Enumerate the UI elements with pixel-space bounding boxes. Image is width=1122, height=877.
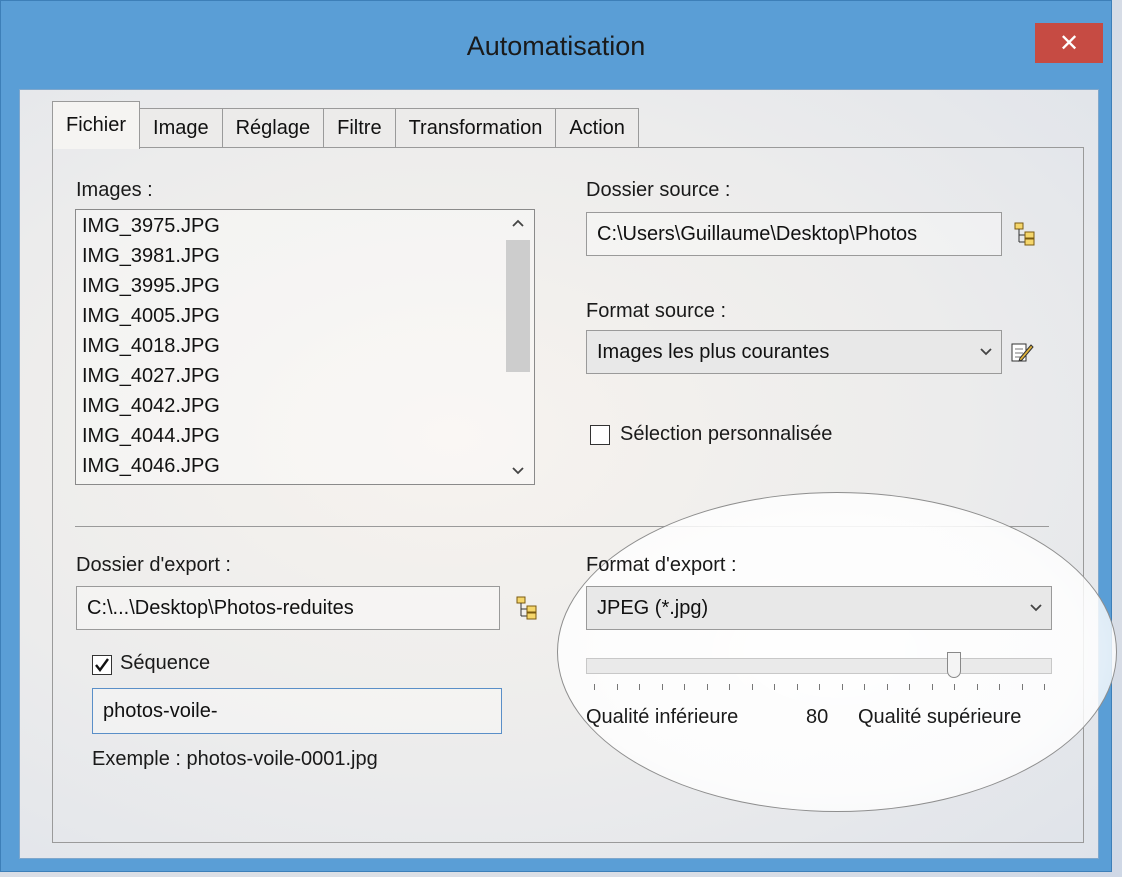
quality-slider[interactable] bbox=[586, 658, 1052, 674]
quality-value: 80 bbox=[806, 706, 829, 728]
list-item[interactable]: IMG_4027.JPG bbox=[82, 362, 220, 391]
export-format-value: JPEG (*.jpg) bbox=[597, 596, 709, 619]
scroll-down-button[interactable] bbox=[502, 458, 534, 484]
sequence-label: Séquence bbox=[120, 652, 211, 674]
list-item[interactable]: IMG_3975.JPG bbox=[82, 212, 220, 241]
window-title: Automatisation bbox=[466, 30, 646, 61]
slider-tick bbox=[1021, 684, 1023, 690]
slider-tick bbox=[751, 684, 753, 690]
dialog-window: Automatisation ✕ Fichier Image Réglage F… bbox=[0, 0, 1117, 872]
slider-tick bbox=[841, 684, 843, 690]
slider-tick bbox=[819, 684, 820, 690]
list-item[interactable]: IMG_4005.JPG bbox=[82, 302, 220, 331]
highlight-ellipse bbox=[557, 492, 1117, 812]
chevron-down-icon bbox=[980, 348, 992, 356]
custom-selection-checkbox[interactable] bbox=[590, 425, 610, 445]
chevron-up-icon bbox=[512, 219, 524, 227]
slider-tick bbox=[864, 684, 865, 690]
slider-tick bbox=[594, 684, 595, 690]
tab-reglage[interactable]: Réglage bbox=[221, 108, 325, 148]
folder-tree-icon[interactable] bbox=[516, 596, 540, 620]
tab-fichier[interactable]: Fichier bbox=[52, 101, 141, 149]
list-item[interactable]: IMG_3995.JPG bbox=[82, 272, 220, 301]
slider-tick bbox=[909, 684, 910, 690]
slider-tick bbox=[774, 684, 775, 690]
slider-tick bbox=[661, 684, 663, 690]
export-format-select[interactable]: JPEG (*.jpg) bbox=[586, 586, 1052, 630]
source-format-select[interactable]: Images les plus courantes bbox=[586, 330, 1002, 374]
slider-tick bbox=[639, 684, 640, 690]
source-format-label: Format source : bbox=[586, 300, 727, 322]
tab-image[interactable]: Image bbox=[139, 108, 223, 148]
scroll-up-button[interactable] bbox=[502, 210, 534, 236]
quality-high-label: Qualité supérieure bbox=[858, 706, 1022, 728]
custom-selection-label: Sélection personnalisée bbox=[620, 423, 833, 445]
slider-tick bbox=[616, 684, 618, 690]
checkmark-icon bbox=[95, 658, 109, 672]
tab-action[interactable]: Action bbox=[555, 108, 639, 148]
slider-tick bbox=[729, 684, 730, 690]
list-item[interactable]: IMG_4018.JPG bbox=[82, 332, 220, 361]
chevron-down-icon bbox=[1030, 604, 1042, 612]
tab-filtre[interactable]: Filtre bbox=[323, 108, 396, 148]
slider-tick bbox=[1044, 684, 1045, 690]
export-format-label: Format d'export : bbox=[586, 554, 737, 576]
slider-tick bbox=[886, 684, 888, 690]
tab-bar: Fichier Image Réglage Filtre Transformat… bbox=[52, 100, 639, 149]
chevron-down-icon bbox=[512, 467, 524, 475]
images-label: Images : bbox=[76, 179, 153, 201]
slider-tick bbox=[684, 684, 685, 690]
source-format-value: Images les plus courantes bbox=[597, 340, 830, 363]
folder-tree-icon[interactable] bbox=[1014, 222, 1038, 246]
list-item[interactable]: IMG_4042.JPG bbox=[82, 392, 220, 421]
source-folder-input[interactable]: C:\Users\Guillaume\Desktop\Photos bbox=[586, 212, 1002, 256]
source-folder-label: Dossier source : bbox=[586, 179, 731, 201]
list-item[interactable]: IMG_4044.JPG bbox=[82, 422, 220, 451]
list-item[interactable]: IMG_4046.JPG bbox=[82, 452, 220, 481]
tab-transformation[interactable]: Transformation bbox=[394, 108, 557, 148]
export-folder-label: Dossier d'export : bbox=[76, 554, 231, 576]
slider-tick bbox=[954, 684, 955, 690]
slider-tick bbox=[999, 684, 1000, 690]
edit-icon[interactable] bbox=[1010, 340, 1034, 364]
list-item[interactable]: IMG_3981.JPG bbox=[82, 242, 220, 271]
close-button[interactable]: ✕ bbox=[1035, 23, 1103, 63]
sequence-prefix-input[interactable]: photos-voile- bbox=[92, 688, 502, 734]
quality-slider-thumb[interactable] bbox=[947, 652, 961, 678]
sequence-checkbox[interactable] bbox=[92, 655, 112, 675]
example-text: Exemple : photos-voile-0001.jpg bbox=[92, 748, 378, 770]
slider-tick bbox=[976, 684, 978, 690]
scroll-thumb[interactable] bbox=[506, 240, 530, 372]
slider-tick bbox=[796, 684, 798, 690]
title-bar: Automatisation bbox=[1, 1, 1111, 97]
quality-low-label: Qualité inférieure bbox=[586, 706, 739, 728]
slider-tick bbox=[931, 684, 933, 690]
export-folder-input[interactable]: C:\...\Desktop\Photos-reduites bbox=[76, 586, 500, 630]
images-listbox[interactable]: IMG_3975.JPG IMG_3981.JPG IMG_3995.JPG I… bbox=[75, 209, 535, 485]
slider-tick bbox=[706, 684, 708, 690]
images-scrollbar[interactable] bbox=[502, 210, 534, 484]
dialog-client-area: Fichier Image Réglage Filtre Transformat… bbox=[19, 89, 1117, 859]
